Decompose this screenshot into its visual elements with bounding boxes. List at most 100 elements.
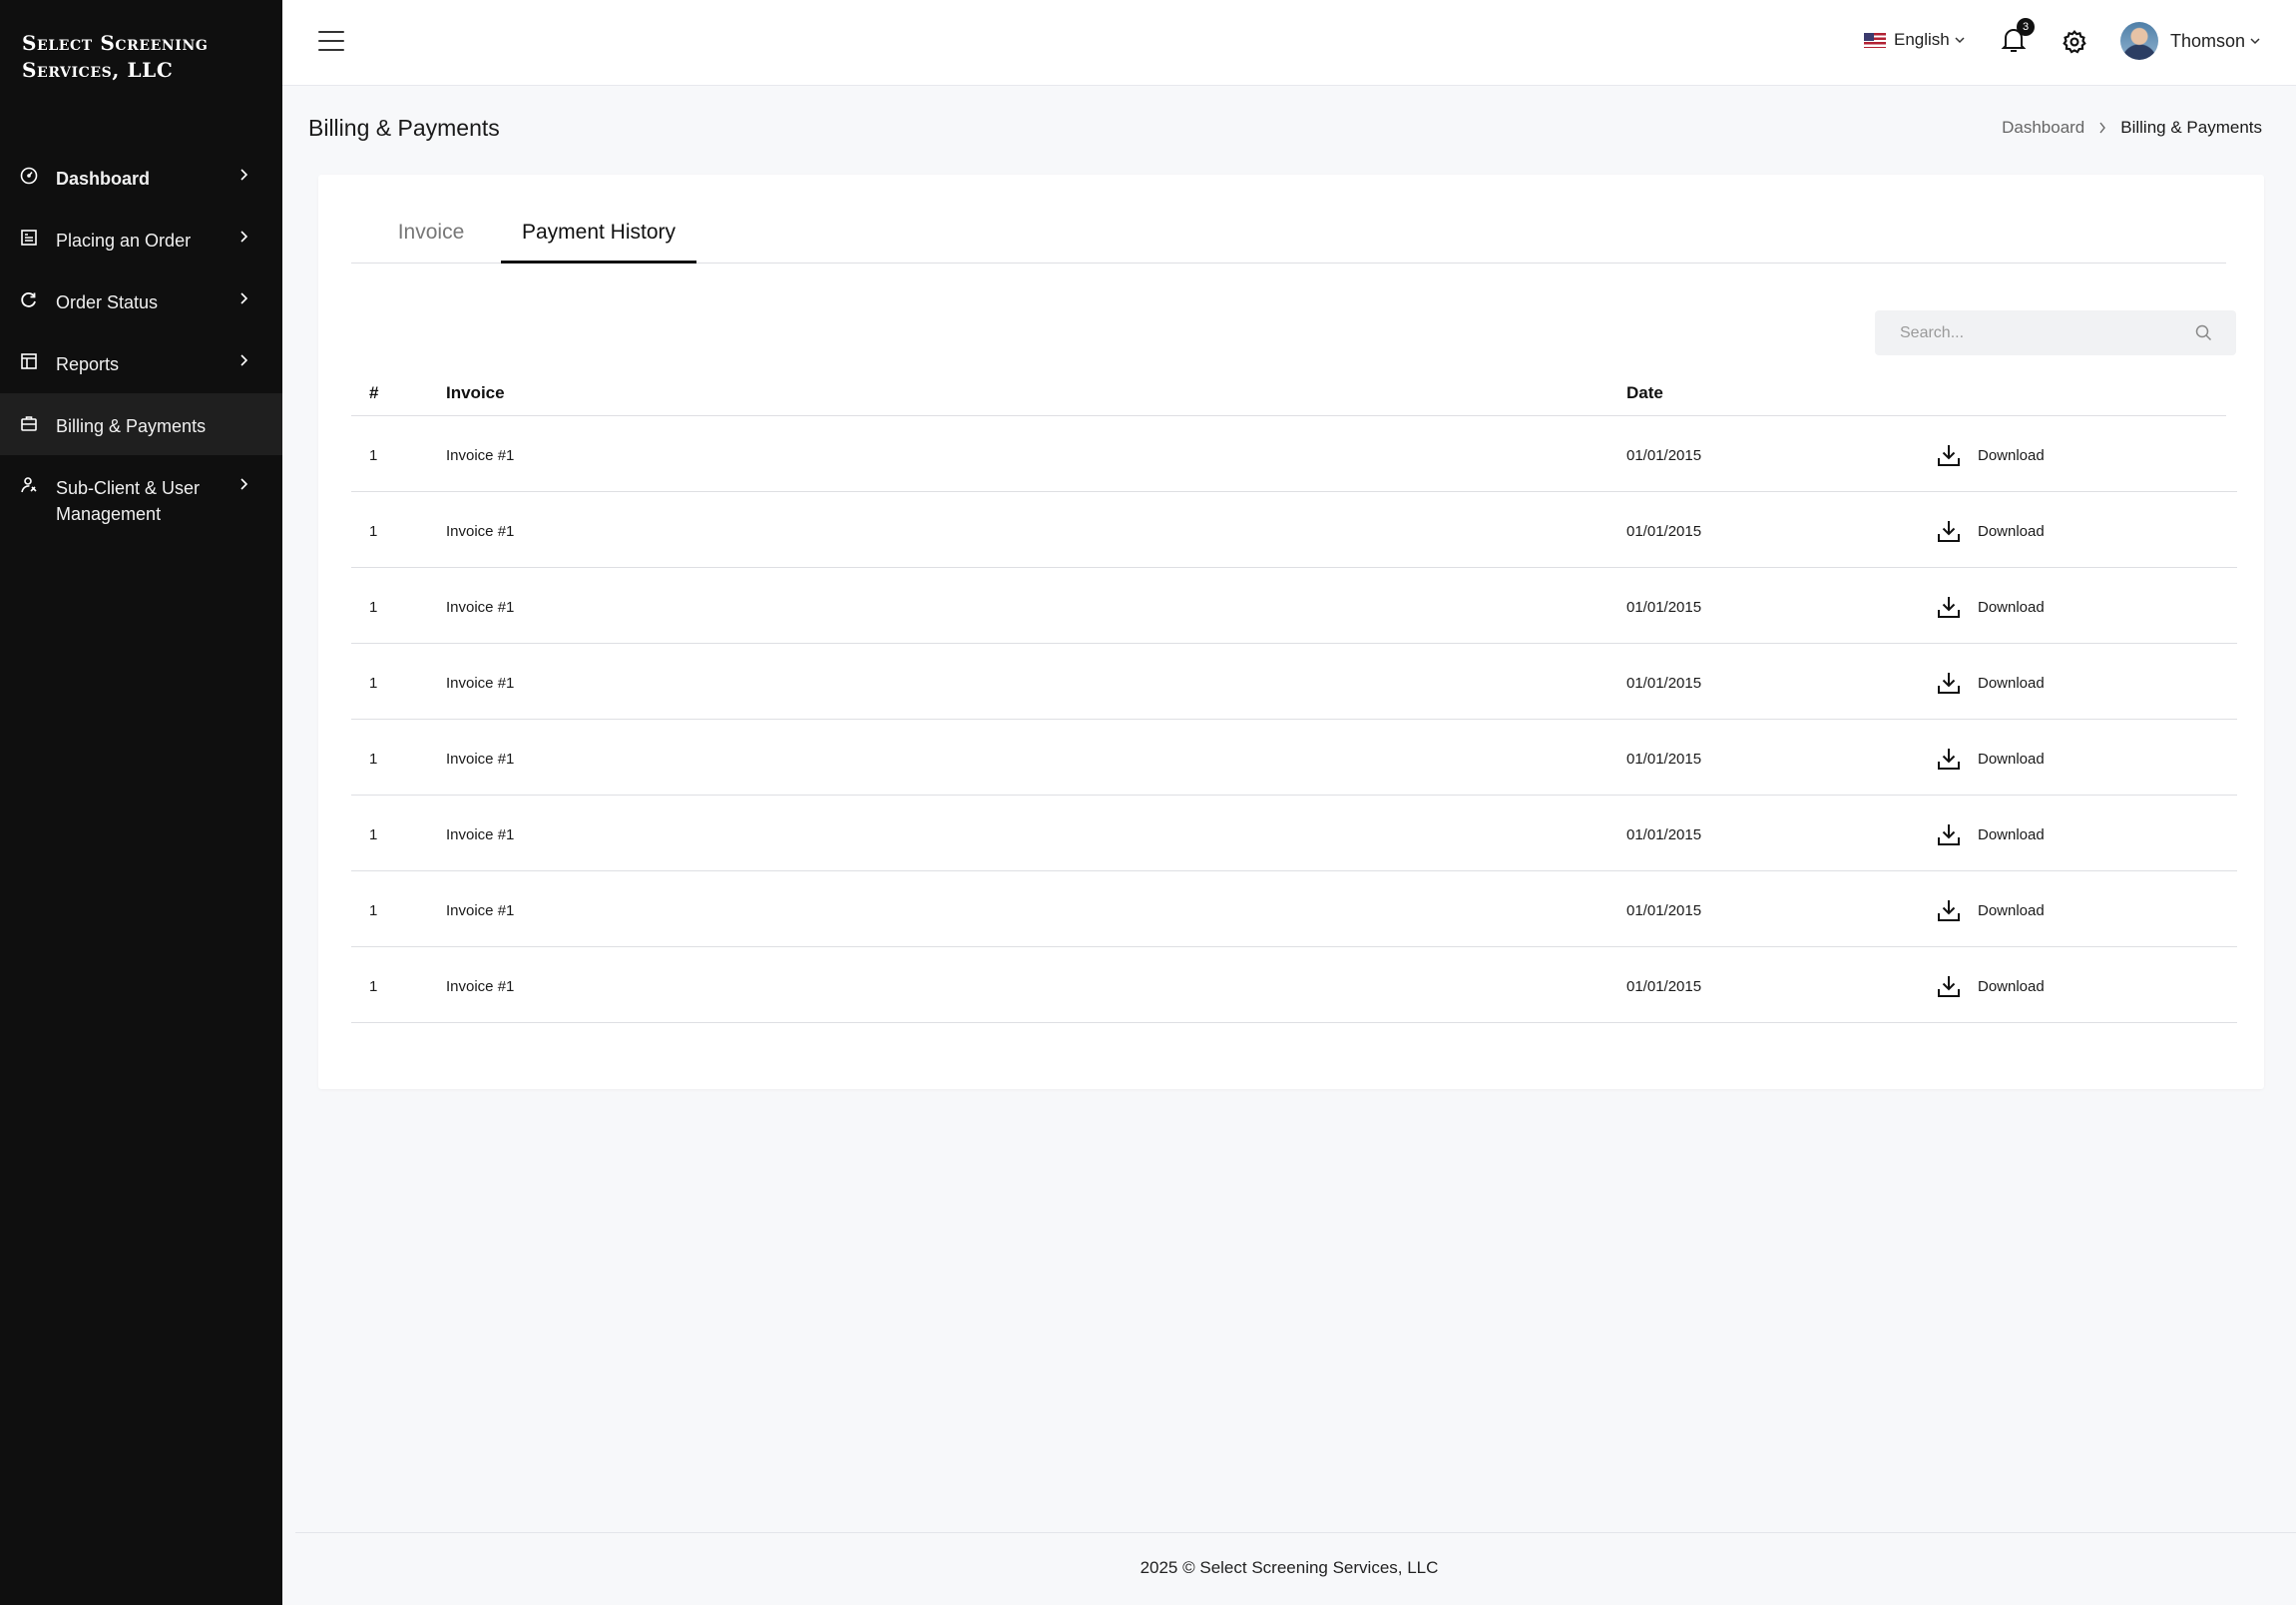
column-header-number: #	[369, 383, 379, 402]
dashboard-icon	[20, 167, 38, 185]
table-row: 1 Invoice #1 01/01/2015 Download	[351, 796, 2237, 871]
notifications-button[interactable]: 3	[2001, 18, 2035, 58]
row-number: 1	[369, 523, 378, 540]
row-number: 1	[369, 978, 378, 995]
tab-invoice[interactable]: Invoice	[376, 215, 486, 264]
download-label: Download	[1978, 901, 2045, 919]
chevron-right-icon	[238, 353, 248, 367]
breadcrumb-dashboard-link[interactable]: Dashboard	[2002, 118, 2084, 138]
row-invoice: Invoice #1	[446, 826, 515, 843]
download-label: Download	[1978, 825, 2045, 843]
sidebar-item-billing-payments[interactable]: Billing & Payments	[0, 393, 282, 455]
sidebar-item-label: Reports	[56, 354, 120, 374]
order-form-icon	[20, 229, 38, 247]
tab-bar: Invoice Payment History	[351, 215, 2226, 264]
sidebar-item-reports[interactable]: Reports	[0, 331, 282, 393]
download-button[interactable]: Download	[1936, 442, 2045, 468]
brand-logo-text[interactable]: Select Screening Services, LLC	[22, 30, 271, 84]
settings-button[interactable]	[2062, 29, 2087, 55]
hamburger-menu-icon[interactable]	[318, 31, 344, 55]
download-icon	[1936, 670, 1962, 696]
download-button[interactable]: Download	[1936, 821, 2045, 847]
row-number: 1	[369, 751, 378, 768]
column-header-date: Date	[1626, 383, 1663, 402]
table-row: 1 Invoice #1 01/01/2015 Download	[351, 492, 2237, 568]
download-button[interactable]: Download	[1936, 973, 2045, 999]
download-icon	[1936, 973, 1962, 999]
row-date: 01/01/2015	[1626, 523, 1702, 540]
language-label: English	[1894, 30, 1950, 49]
download-icon	[1936, 821, 1962, 847]
row-invoice: Invoice #1	[446, 751, 515, 768]
sidebar-nav: Dashboard Placing an Order Order Status	[0, 146, 282, 535]
row-date: 01/01/2015	[1626, 751, 1702, 768]
page-title: Billing & Payments	[308, 115, 500, 141]
download-label: Download	[1978, 522, 2045, 540]
download-button[interactable]: Download	[1936, 594, 2045, 620]
sidebar-item-placing-order[interactable]: Placing an Order	[0, 208, 282, 269]
row-date: 01/01/2015	[1626, 447, 1702, 464]
briefcase-icon	[20, 414, 38, 432]
row-invoice: Invoice #1	[446, 902, 515, 919]
table-row: 1 Invoice #1 01/01/2015 Download	[351, 947, 2237, 1023]
search-box	[1875, 310, 2236, 355]
download-label: Download	[1978, 750, 2045, 768]
tab-payment-history[interactable]: Payment History	[501, 215, 696, 264]
download-button[interactable]: Download	[1936, 897, 2045, 923]
breadcrumb: Dashboard Billing & Payments	[2002, 118, 2262, 138]
footer-divider	[295, 1532, 2296, 1533]
sidebar-item-dashboard[interactable]: Dashboard	[0, 146, 282, 208]
download-label: Download	[1978, 598, 2045, 616]
row-number: 1	[369, 902, 378, 919]
sidebar-item-order-status[interactable]: Order Status	[0, 269, 282, 331]
table-row: 1 Invoice #1 01/01/2015 Download	[351, 568, 2237, 644]
row-invoice: Invoice #1	[446, 599, 515, 616]
chevron-down-icon	[1955, 37, 1965, 44]
download-icon	[1936, 442, 1962, 468]
search-input[interactable]	[1900, 323, 2189, 342]
download-label: Download	[1978, 977, 2045, 995]
reports-icon	[20, 352, 38, 370]
sidebar-item-label: Sub-Client & User Management	[56, 478, 201, 524]
table-row: 1 Invoice #1 01/01/2015 Download	[351, 720, 2237, 796]
avatar	[2120, 22, 2158, 60]
download-button[interactable]: Download	[1936, 518, 2045, 544]
row-number: 1	[369, 447, 378, 464]
user-name: Thomson	[2170, 30, 2246, 51]
language-selector[interactable]: English	[1864, 30, 1965, 50]
row-invoice: Invoice #1	[446, 523, 515, 540]
row-invoice: Invoice #1	[446, 675, 515, 692]
us-flag-icon	[1864, 32, 1886, 48]
table-row: 1 Invoice #1 01/01/2015 Download	[351, 644, 2237, 720]
gear-icon	[2063, 30, 2086, 54]
download-button[interactable]: Download	[1936, 746, 2045, 772]
download-icon	[1936, 518, 1962, 544]
payment-history-card: Invoice Payment History # Invoice Date 1…	[318, 175, 2264, 1089]
table-header: # Invoice Date	[351, 367, 2226, 416]
table-row: 1 Invoice #1 01/01/2015 Download	[351, 871, 2237, 947]
sidebar-item-user-management[interactable]: Sub-Client & User Management	[0, 455, 282, 535]
download-button[interactable]: Download	[1936, 670, 2045, 696]
table-row: 1 Invoice #1 01/01/2015 Download	[351, 416, 2237, 492]
chevron-right-icon	[2099, 122, 2106, 134]
sidebar-item-label: Dashboard	[56, 169, 151, 189]
user-menu[interactable]: Thomson	[2120, 22, 2260, 60]
breadcrumb-current: Billing & Payments	[2120, 118, 2262, 137]
chevron-right-icon	[238, 230, 248, 244]
row-invoice: Invoice #1	[446, 447, 515, 464]
download-icon	[1936, 594, 1962, 620]
chevron-right-icon	[238, 168, 248, 182]
sidebar-item-label: Billing & Payments	[56, 416, 207, 436]
top-header: English 3 Thomson	[282, 0, 2296, 86]
search-icon[interactable]	[2195, 324, 2212, 341]
footer-copyright: 2025 © Select Screening Services, LLC	[1140, 1558, 1439, 1577]
sidebar-item-label: Order Status	[56, 292, 159, 312]
download-label: Download	[1978, 674, 2045, 692]
row-date: 01/01/2015	[1626, 599, 1702, 616]
row-invoice: Invoice #1	[446, 978, 515, 995]
row-number: 1	[369, 675, 378, 692]
column-header-invoice: Invoice	[446, 383, 505, 402]
download-icon	[1936, 746, 1962, 772]
row-date: 01/01/2015	[1626, 675, 1702, 692]
row-date: 01/01/2015	[1626, 902, 1702, 919]
